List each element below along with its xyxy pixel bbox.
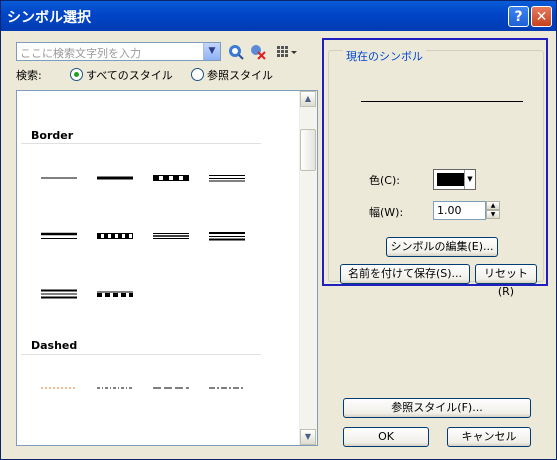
search-input[interactable]: ここに検索文字列を入力 (20, 45, 141, 61)
chevron-down-icon[interactable]: ▼ (464, 170, 475, 189)
width-field[interactable]: 1.00 (433, 201, 486, 220)
dialog-body: ここに検索文字列を入力 ▼ 検索: すべてのスタイル 参照スタイル Border (4, 32, 554, 456)
spin-down-icon[interactable]: ▼ (486, 210, 500, 219)
radio-dot[interactable] (191, 68, 204, 81)
symbol-dashed-2[interactable] (97, 381, 133, 395)
symbol-list[interactable]: Border Dashed ▲ ▼ (16, 90, 318, 446)
symbol-dashed-3[interactable] (153, 381, 189, 395)
symbol-border-8[interactable] (209, 229, 245, 243)
divider (21, 143, 261, 144)
help-icon[interactable]: ? (508, 6, 529, 27)
reset-button[interactable]: リセット(R) (475, 264, 537, 298)
color-swatch (437, 173, 464, 186)
scroll-down-icon[interactable]: ▼ (300, 429, 316, 445)
chevron-down-icon[interactable]: ▼ (203, 43, 220, 60)
title-bar[interactable]: シンボル選択 ? ✕ (1, 1, 556, 31)
symbol-border-4[interactable] (209, 171, 245, 185)
list-scrollbar[interactable]: ▲ ▼ (299, 91, 317, 445)
symbol-border-3[interactable] (153, 171, 189, 185)
save-as-button[interactable]: 名前を付けて保存(S)... (340, 264, 470, 284)
symbol-border-10[interactable] (97, 287, 133, 301)
dialog-window: シンボル選択 ? ✕ ここに検索文字列を入力 ▼ 検索: すべてのスタイル 参照… (0, 0, 557, 460)
search-icon[interactable] (228, 44, 244, 60)
symbol-border-5[interactable] (41, 229, 77, 243)
radio-all-styles[interactable]: すべてのスタイル (70, 67, 173, 83)
cancel-button[interactable]: キャンセル (447, 427, 531, 447)
symbol-border-2[interactable] (97, 171, 133, 185)
radio-all-styles-label: すべてのスタイル (86, 69, 173, 82)
symbol-border-7[interactable] (153, 229, 189, 243)
color-label: 色(C): (369, 174, 400, 187)
symbol-dashed-1[interactable] (41, 381, 77, 395)
grid-view-icon[interactable] (276, 44, 298, 60)
current-symbol-legend: 現在のシンボル (343, 48, 426, 64)
close-icon[interactable]: ✕ (531, 6, 552, 27)
radio-dot[interactable] (70, 68, 83, 81)
scroll-thumb[interactable] (300, 129, 316, 171)
ok-button[interactable]: OK (343, 427, 429, 447)
scroll-up-icon[interactable]: ▲ (300, 91, 316, 107)
symbol-border-6[interactable] (97, 229, 133, 243)
current-symbol-frame: 現在のシンボル 色(C): ▼ 幅(W): 1.00 ▲ ▼ シンボルの編集(E… (328, 48, 544, 298)
symbol-dashed-4[interactable] (209, 381, 245, 395)
style-references-button[interactable]: 参照スタイル(F)... (343, 398, 531, 418)
group-header-dashed: Dashed (31, 339, 78, 352)
divider (21, 354, 261, 355)
clear-search-icon[interactable] (250, 44, 266, 60)
group-header-border: Border (31, 129, 74, 142)
symbol-border-1[interactable] (41, 171, 77, 185)
search-combo[interactable]: ここに検索文字列を入力 ▼ (16, 42, 221, 61)
current-symbol-panel: 現在のシンボル 色(C): ▼ 幅(W): 1.00 ▲ ▼ シンボルの編集(E… (322, 38, 548, 298)
radio-referenced-styles[interactable]: 参照スタイル (191, 67, 273, 83)
symbol-preview (361, 101, 523, 102)
spin-up-icon[interactable]: ▲ (486, 201, 500, 210)
search-scope-label: 検索: (16, 69, 42, 82)
radio-referenced-styles-label: 参照スタイル (207, 69, 273, 82)
width-spinner[interactable]: ▲ ▼ (486, 201, 500, 220)
window-title: シンボル選択 (7, 10, 91, 26)
color-picker-button[interactable]: ▼ (433, 169, 476, 190)
width-label: 幅(W): (369, 206, 404, 219)
symbol-border-9[interactable] (41, 287, 77, 301)
edit-symbol-button[interactable]: シンボルの編集(E)... (386, 237, 498, 257)
